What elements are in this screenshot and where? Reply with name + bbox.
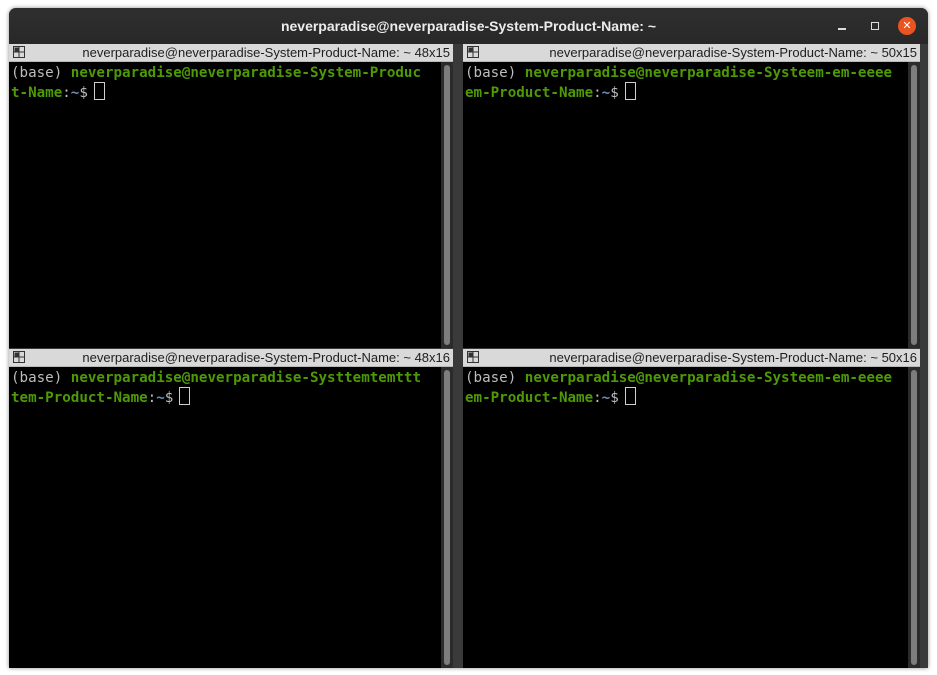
prompt-symbol: $: [610, 85, 619, 101]
title-bar[interactable]: neverparadise@neverparadise-System-Produ…: [9, 8, 928, 44]
prompt-user-host-wrap: em-Product-Name: [465, 390, 594, 406]
prompt-colon: :: [593, 390, 602, 406]
text-cursor: [179, 387, 191, 405]
split-terminal-icon[interactable]: [467, 46, 479, 58]
text-cursor: [93, 82, 105, 100]
pane-title: neverparadise@neverparadise-System-Produ…: [82, 350, 450, 365]
prompt-symbol: $: [79, 85, 88, 101]
scrollbar-thumb[interactable]: [444, 370, 450, 665]
prompt-user-host: neverparadise@neverparadise-System-Produ…: [70, 65, 422, 81]
pane-title-bar[interactable]: neverparadise@neverparadise-System-Produ…: [9, 349, 453, 367]
conda-env-label: (base): [11, 370, 71, 386]
conda-env-label: (base): [465, 370, 525, 386]
close-icon: ✕: [902, 19, 912, 32]
prompt-colon: :: [593, 85, 602, 101]
text-cursor: [624, 82, 636, 100]
terminal-window: neverparadise@neverparadise-System-Produ…: [9, 8, 928, 668]
prompt-path: ~: [601, 390, 611, 406]
prompt-symbol: $: [610, 390, 619, 406]
prompt-user-host: neverparadise@neverparadise-Systeem-em-e…: [524, 370, 893, 386]
maximize-icon: [871, 22, 879, 30]
scrollbar-thumb[interactable]: [911, 65, 917, 345]
pane-title-bar[interactable]: neverparadise@neverparadise-System-Produ…: [463, 349, 920, 367]
scrollbar[interactable]: [441, 62, 453, 348]
scrollbar[interactable]: [908, 367, 920, 668]
scrollbar[interactable]: [908, 62, 920, 348]
pane-title-bar[interactable]: neverparadise@neverparadise-System-Produ…: [9, 44, 453, 62]
prompt-user-host: neverparadise@neverparadise-Systtemtemtt…: [70, 370, 422, 386]
prompt-user-host-wrap: t-Name: [11, 85, 63, 101]
scrollbar-thumb[interactable]: [911, 370, 917, 665]
close-button[interactable]: ✕: [898, 17, 916, 35]
scrollbar-thumb[interactable]: [444, 65, 450, 345]
conda-env-label: (base): [11, 65, 71, 81]
prompt-user-host-wrap: tem-Product-Name: [11, 390, 148, 406]
split-terminal-icon[interactable]: [13, 46, 25, 58]
prompt-path: ~: [156, 390, 165, 406]
minimize-button[interactable]: [833, 17, 851, 35]
pane-title-bar[interactable]: neverparadise@neverparadise-System-Produ…: [463, 44, 920, 62]
terminal-pane-bottom-left[interactable]: neverparadise@neverparadise-System-Produ…: [9, 349, 453, 668]
prompt-user-host-wrap: em-Product-Name: [465, 85, 594, 101]
terminal-output[interactable]: (base) neverparadise@neverparadise-Syste…: [9, 62, 441, 348]
terminal-pane-top-left[interactable]: neverparadise@neverparadise-System-Produ…: [9, 44, 453, 348]
pane-title: neverparadise@neverparadise-System-Produ…: [549, 45, 917, 60]
text-cursor: [624, 387, 636, 405]
conda-env-label: (base): [465, 65, 525, 81]
prompt-user-host: neverparadise@neverparadise-Systeem-em-e…: [524, 65, 893, 81]
prompt-path: ~: [601, 85, 611, 101]
split-terminal-icon[interactable]: [13, 351, 25, 363]
prompt-symbol: $: [164, 390, 174, 406]
terminal-output[interactable]: (base) neverparadise@neverparadise-Syste…: [463, 62, 908, 348]
pane-title: neverparadise@neverparadise-System-Produ…: [549, 350, 917, 365]
terminal-split-area: neverparadise@neverparadise-System-Produ…: [9, 44, 928, 668]
prompt-colon: :: [147, 390, 157, 406]
pane-title: neverparadise@neverparadise-System-Produ…: [82, 45, 450, 60]
terminal-pane-bottom-right[interactable]: neverparadise@neverparadise-System-Produ…: [463, 349, 920, 668]
terminal-pane-top-right[interactable]: neverparadise@neverparadise-System-Produ…: [463, 44, 920, 348]
minimize-icon: [838, 28, 846, 30]
prompt-colon: :: [62, 85, 71, 101]
split-terminal-icon[interactable]: [467, 351, 479, 363]
maximize-button[interactable]: [866, 17, 884, 35]
terminal-output[interactable]: (base) neverparadise@neverparadise-Systt…: [9, 367, 441, 668]
window-title: neverparadise@neverparadise-System-Produ…: [280, 18, 657, 34]
scrollbar[interactable]: [441, 367, 453, 668]
terminal-output[interactable]: (base) neverparadise@neverparadise-Syste…: [463, 367, 908, 668]
